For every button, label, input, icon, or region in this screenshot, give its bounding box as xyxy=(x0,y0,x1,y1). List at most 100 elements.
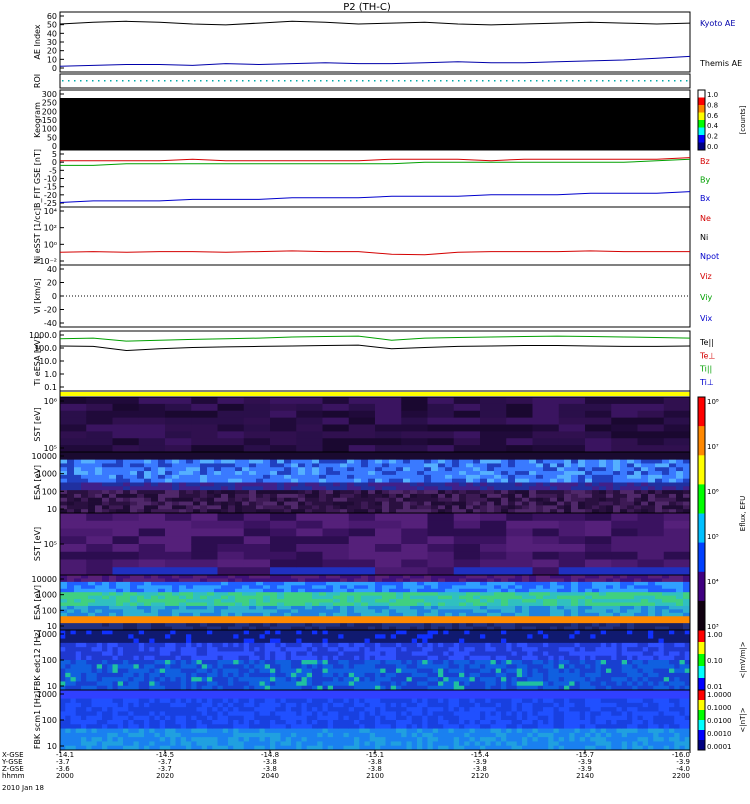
spectrogram-cell xyxy=(361,467,368,471)
spectrogram-cell xyxy=(557,498,564,502)
spectrogram-cell xyxy=(585,585,592,589)
spectrogram-cell xyxy=(375,445,402,452)
spectrogram-cell xyxy=(249,630,255,635)
spectrogram-cell xyxy=(249,664,255,669)
spectrogram-cell xyxy=(564,479,571,483)
spectrogram-cell xyxy=(543,634,549,639)
spectrogram-cell xyxy=(284,620,291,624)
spectrogram-cell xyxy=(221,613,228,617)
spectrogram-cell xyxy=(86,529,113,537)
spectrogram-cell xyxy=(508,475,515,479)
spectrogram-cell xyxy=(433,647,439,652)
spectrogram-cell xyxy=(186,592,193,596)
spectrogram-cell xyxy=(244,544,271,552)
spectrogram-cell xyxy=(473,490,480,494)
spectrogram-cell xyxy=(270,486,277,490)
spectrogram-cell xyxy=(382,479,389,483)
spectrogram-cell xyxy=(445,483,452,487)
spectrogram-cell xyxy=(641,475,648,479)
spectrogram-cell xyxy=(228,479,235,483)
spectrogram-cell xyxy=(263,471,270,475)
spectrogram-cell xyxy=(207,585,214,589)
spectrogram-cell xyxy=(302,647,308,652)
spectrogram-cell xyxy=(529,452,536,456)
spectrogram-cell xyxy=(606,660,612,665)
spectrogram-cell xyxy=(176,643,182,648)
spectrogram-cell xyxy=(149,643,155,648)
spectrogram-cell xyxy=(480,599,487,603)
spectrogram-cell xyxy=(538,681,544,686)
spectrogram-cell xyxy=(433,677,439,682)
spectrogram-cell xyxy=(611,673,617,678)
spectrogram-cell xyxy=(291,589,298,593)
spectrogram-cell xyxy=(86,634,92,639)
spectrogram-cell xyxy=(155,677,161,682)
spectrogram-cell xyxy=(454,647,460,652)
spectrogram-cell xyxy=(508,616,515,620)
spectrogram-cell xyxy=(74,596,81,600)
spectrogram-cell xyxy=(422,669,428,674)
spectrogram-cell xyxy=(522,502,529,506)
spectrogram-cell xyxy=(139,404,166,411)
spectrogram-cell xyxy=(256,578,263,582)
spectrogram-cell xyxy=(564,630,570,635)
spectrogram-cell xyxy=(543,578,550,582)
spectrogram-cell xyxy=(611,647,617,652)
spectrogram-cell xyxy=(333,452,340,456)
spectrogram-cell xyxy=(256,479,263,483)
spectrogram-cell xyxy=(328,651,334,656)
spectrogram-cell xyxy=(375,585,382,589)
spectrogram-cell xyxy=(307,630,313,635)
spectrogram-cell xyxy=(86,438,113,445)
spectrogram-cell xyxy=(123,592,130,596)
spectrogram-cell xyxy=(317,673,323,678)
spectrogram-cell xyxy=(403,592,410,596)
spectrogram-cell xyxy=(599,599,606,603)
spectrogram-cell xyxy=(431,502,438,506)
spectrogram-cell xyxy=(193,623,200,627)
spectrogram-cell xyxy=(212,651,218,656)
spectrogram-cell xyxy=(452,599,459,603)
spectrogram-cell xyxy=(443,673,449,678)
spectrogram-cell xyxy=(410,452,417,456)
spectrogram-cell xyxy=(95,599,102,603)
spectrogram-cell xyxy=(286,673,292,678)
spectrogram-cell xyxy=(648,479,655,483)
spectrogram-cell xyxy=(578,620,585,624)
spectrogram-cell xyxy=(454,639,460,644)
spectrogram-cell xyxy=(233,677,239,682)
spectrogram-cell xyxy=(354,647,360,652)
spectrogram-cell xyxy=(564,578,571,582)
spectrogram-cell xyxy=(270,479,277,483)
spectrogram-cell xyxy=(102,490,109,494)
spectrogram-cell xyxy=(368,460,375,464)
spectrogram-cell xyxy=(158,606,165,610)
spectrogram-cell xyxy=(307,660,313,665)
spectrogram-cell xyxy=(149,677,155,682)
spectrogram-cell xyxy=(533,639,539,644)
spectrogram-cell xyxy=(569,647,575,652)
spectrogram-cell xyxy=(410,613,417,617)
spectrogram-cell xyxy=(501,651,507,656)
spectrogram-cell xyxy=(172,505,179,509)
spectrogram-cell xyxy=(67,498,74,502)
spectrogram-cell xyxy=(641,585,648,589)
spectrogram-cell xyxy=(60,475,67,479)
spectrogram-cell xyxy=(389,613,396,617)
spectrogram-cell xyxy=(130,596,137,600)
spectrogram-cell xyxy=(664,445,691,452)
spectrogram-cell xyxy=(144,467,151,471)
spectrogram-cell xyxy=(349,560,376,568)
spectrogram-cell xyxy=(179,460,186,464)
spectrogram-cell xyxy=(417,471,424,475)
spectrogram-cell xyxy=(207,647,213,652)
roi-dot xyxy=(104,80,106,82)
spectrogram-cell xyxy=(76,669,82,674)
spectrogram-cell xyxy=(207,452,214,456)
spectrogram-cell xyxy=(375,404,402,411)
spectrogram-cell xyxy=(118,651,124,656)
spectrogram-cell xyxy=(81,592,88,596)
spectrogram-cell xyxy=(179,613,186,617)
spectrogram-cell xyxy=(200,609,207,613)
spectrogram-cell xyxy=(424,620,431,624)
